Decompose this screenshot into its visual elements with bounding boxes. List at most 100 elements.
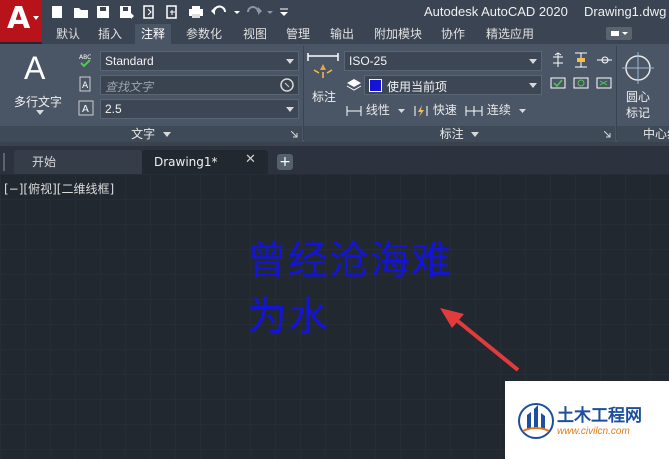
undo-icon[interactable] — [211, 5, 227, 19]
undo-dropdown-icon[interactable] — [234, 5, 240, 19]
chevron-down-icon — [286, 59, 294, 64]
menu-icon[interactable] — [3, 153, 9, 171]
tab-addins[interactable]: 附加模块 — [368, 24, 428, 44]
tab-parametric[interactable]: 参数化 — [180, 24, 228, 44]
open-web-icon[interactable] — [142, 5, 158, 19]
multiline-text-button[interactable]: A 多行文字 — [10, 50, 68, 120]
chevron-down-icon — [162, 132, 171, 137]
tab-drawing1-label: Drawing1* — [154, 155, 218, 169]
svg-text:A: A — [82, 104, 89, 115]
search-icon[interactable] — [280, 78, 295, 93]
tab-start-label: 开始 — [32, 155, 57, 169]
text-height-icon: A — [78, 100, 94, 116]
watermark-title: 土木工程网 — [557, 406, 642, 426]
text-height-value: 2.5 — [105, 102, 122, 116]
chevron-down-icon — [36, 110, 44, 115]
inspect-icon[interactable] — [550, 75, 566, 91]
dimension-panel-title[interactable]: 标注 — [304, 126, 615, 142]
chevron-down-icon — [518, 109, 526, 113]
dimension-icon — [307, 53, 339, 78]
quick-access-toolbar — [50, 3, 296, 21]
tab-start[interactable]: 开始 — [14, 150, 142, 174]
ribbon-tab-bar: 默认 插入 注释 参数化 视图 管理 输出 附加模块 协作 精选应用 — [42, 24, 669, 44]
plot-icon[interactable] — [188, 5, 204, 19]
file-title: Drawing1.dwg — [584, 4, 667, 19]
tab-output[interactable]: 输出 — [324, 24, 360, 44]
quick-dimension-button[interactable]: 快速 — [413, 101, 457, 118]
save-icon[interactable] — [96, 5, 112, 19]
multiline-text-label: 多行文字 — [14, 95, 63, 109]
app-title: Autodesk AutoCAD 2020 — [424, 4, 568, 19]
continue-dimension-button[interactable]: 连续 — [465, 101, 526, 118]
redo-icon[interactable] — [244, 5, 262, 19]
tab-annotate[interactable]: 注释 — [135, 24, 172, 44]
quick-label: 快速 — [432, 103, 457, 117]
close-icon[interactable]: ✕ — [245, 152, 256, 167]
spell-check-icon[interactable]: ABC — [78, 52, 94, 68]
mtext-line-2[interactable]: 为水 — [247, 284, 329, 342]
tab-featured-apps[interactable]: 精选应用 — [480, 24, 540, 44]
text-style-value: Standard — [105, 54, 154, 68]
dimension-style-value: ISO-25 — [349, 54, 388, 68]
application-menu-button[interactable]: A — [0, 0, 42, 42]
file-tab-bar: 开始 Drawing1* ✕ + — [0, 142, 669, 174]
text-panel-label: 文字 — [131, 127, 156, 141]
panel-launcher-icon[interactable] — [604, 131, 611, 138]
chevron-down-icon — [471, 132, 480, 137]
adjust-space-icon[interactable] — [550, 52, 566, 68]
dimension-text-icon[interactable] — [596, 52, 612, 68]
tab-manage[interactable]: 管理 — [280, 24, 316, 44]
tab-insert[interactable]: 插入 — [92, 24, 128, 44]
civil-logo — [518, 403, 554, 439]
center-mark-label-1: 圆心 — [626, 90, 651, 104]
watermark: 土木工程网 www.civilcn.com — [505, 381, 669, 459]
watermark-url: www.civilcn.com — [557, 426, 630, 437]
viewport-controls[interactable]: [−][俯视][二维线框] — [4, 180, 114, 197]
new-tab-button[interactable]: + — [277, 154, 293, 170]
new-icon[interactable] — [50, 5, 66, 19]
dimension-layer-dropdown[interactable]: 使用当前项 — [364, 75, 542, 95]
dimension-panel-label: 标注 — [439, 127, 464, 141]
autocad-logo: A — [7, 1, 31, 36]
chevron-down-icon — [33, 16, 39, 20]
svg-text:A: A — [82, 81, 89, 91]
customize-icon[interactable] — [279, 5, 289, 19]
chevron-down-icon — [286, 107, 294, 112]
update-icon[interactable] — [573, 75, 589, 91]
continue-label: 连续 — [486, 103, 511, 117]
mtext-line-1[interactable]: 曾经沧海难 — [247, 228, 452, 286]
text-panel-title[interactable]: 文字 — [0, 126, 302, 142]
reassociate-icon[interactable] — [596, 75, 612, 91]
find-text-input[interactable]: 查找文字 — [100, 75, 299, 95]
dimension-layer-value: 使用当前项 — [387, 80, 448, 94]
chevron-down-icon — [529, 59, 537, 64]
save-web-icon[interactable] — [165, 5, 181, 19]
tab-view[interactable]: 视图 — [237, 24, 273, 44]
redo-dropdown-icon[interactable] — [267, 5, 273, 19]
save-as-icon[interactable] — [119, 5, 135, 19]
open-icon[interactable] — [73, 5, 89, 19]
quick-dimension-icon — [414, 104, 428, 117]
panel-launcher-icon[interactable] — [291, 131, 298, 138]
text-style-dropdown[interactable]: Standard — [100, 51, 299, 71]
centerline-panel-label: 中心线 — [643, 127, 669, 141]
ribbon: A 多行文字 ABC Standard A 查找文字 A 2.5 文字 标注 ↔… — [0, 44, 669, 142]
linear-dimension-button[interactable]: 线性 — [346, 101, 405, 118]
ribbon-options-button[interactable] — [606, 27, 632, 40]
break-dimension-icon[interactable] — [573, 52, 589, 68]
center-mark-icon — [622, 52, 654, 84]
continue-dimension-icon — [465, 105, 483, 116]
find-text-icon: A — [79, 76, 91, 92]
annotation-arrow — [440, 308, 520, 372]
linear-dimension-icon — [346, 105, 362, 116]
dimension-style-dropdown[interactable]: ISO-25 — [344, 51, 542, 71]
center-mark-button[interactable]: 圆心 标记 — [622, 52, 662, 122]
dimension-button[interactable]: 标注 — [306, 52, 342, 112]
tab-collaborate[interactable]: 协作 — [435, 24, 471, 44]
title-bar: Autodesk AutoCAD 2020 Drawing1.dwg — [0, 0, 669, 24]
centerline-panel-title[interactable]: 中心线 — [617, 126, 669, 142]
dimension-label: 标注 — [312, 90, 337, 104]
tab-default[interactable]: 默认 — [50, 24, 86, 44]
text-height-dropdown[interactable]: 2.5 — [100, 99, 299, 119]
linear-label: 线性 — [365, 103, 390, 117]
